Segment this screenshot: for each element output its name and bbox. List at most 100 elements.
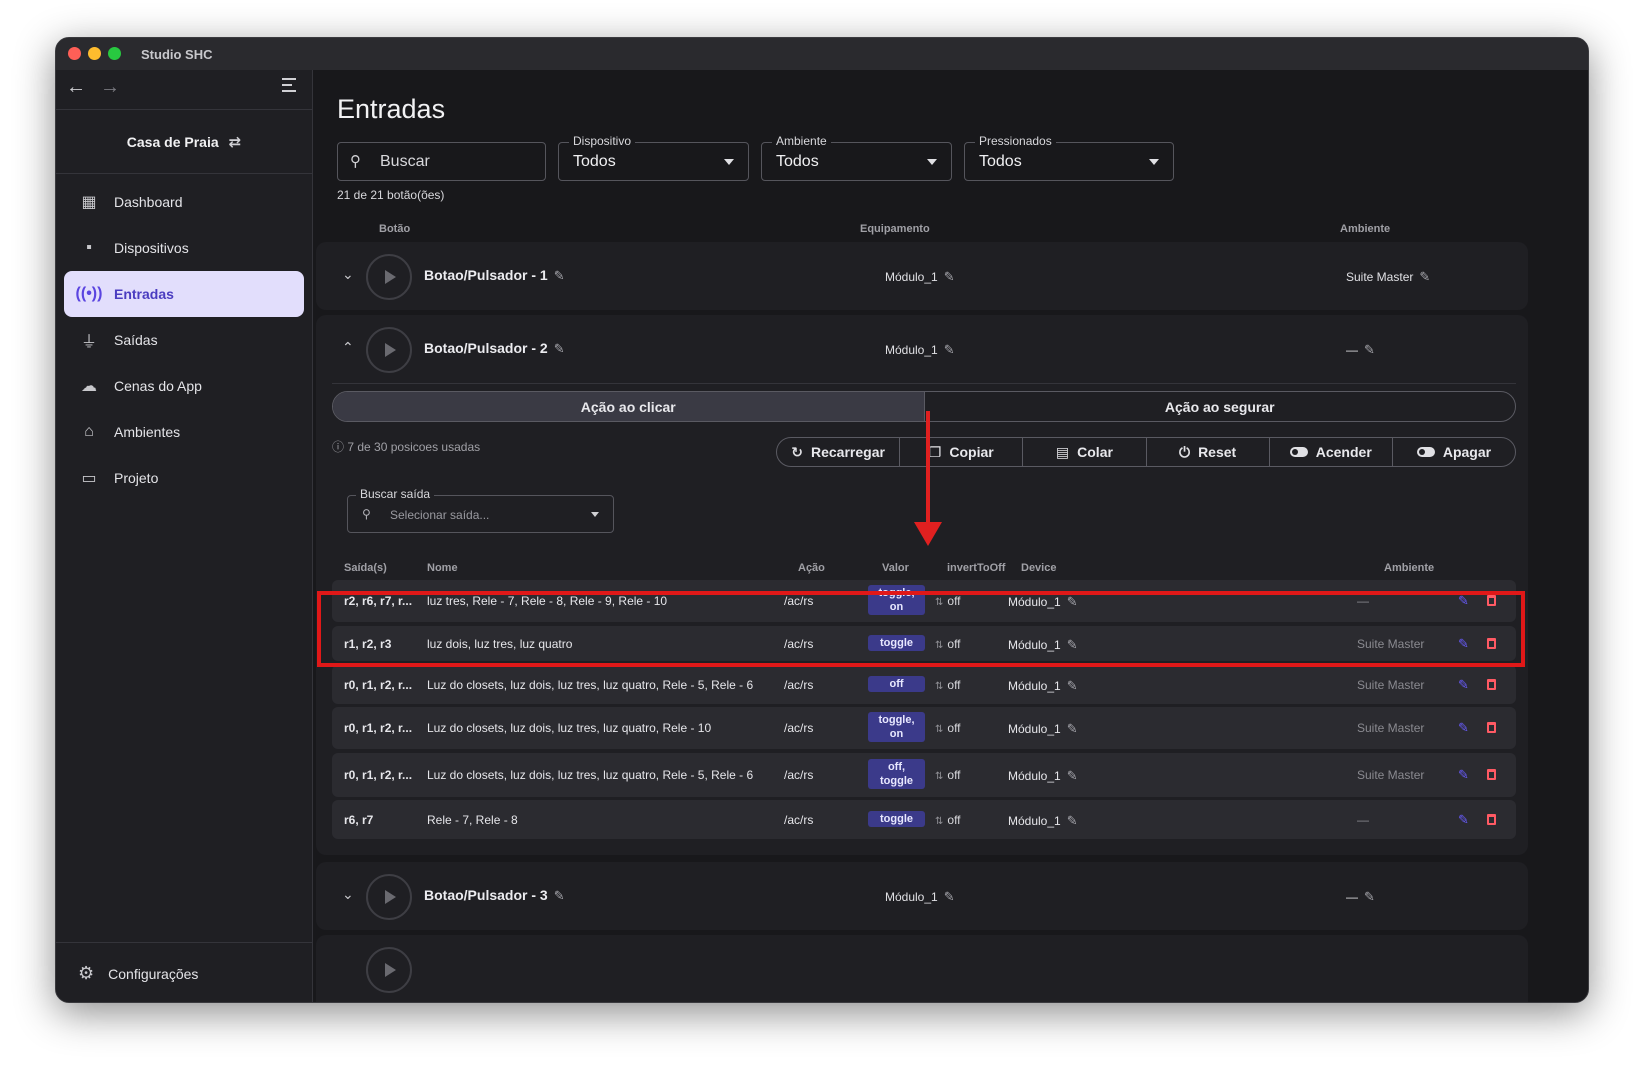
environment-filter-select[interactable]: Ambiente Todos: [761, 134, 952, 181]
turn-off-button[interactable]: Apagar: [1393, 438, 1515, 466]
search-input[interactable]: ⚲ Buscar: [337, 142, 546, 181]
button-environment: — ✎: [1346, 889, 1375, 904]
chevron-down-icon[interactable]: ⌄: [342, 886, 354, 903]
chevron-down-icon[interactable]: ⌄: [342, 266, 354, 283]
delete-icon[interactable]: [1487, 814, 1496, 825]
button-row[interactable]: ⌃ Botao/Pulsador - 2 ✎ Módulo_1 ✎ — ✎: [316, 315, 1528, 383]
close-window-button[interactable]: [68, 47, 81, 60]
copy-button[interactable]: ❐ Copiar: [900, 438, 1024, 466]
invert-value[interactable]: ⇅ off: [935, 678, 961, 692]
dashboard-icon: ▦: [81, 194, 97, 211]
play-icon: [385, 890, 396, 904]
sidebar-item-ambientes[interactable]: ⌂ Ambientes: [64, 409, 304, 455]
sidebar-item-cenas[interactable]: ☁ Cenas do App: [64, 363, 304, 409]
pencil-icon[interactable]: ✎: [944, 342, 955, 357]
pencil-icon[interactable]: ✎: [1419, 269, 1430, 284]
output-row[interactable]: r6, r7 Rele - 7, Rele - 8 /ac/rs toggle …: [332, 800, 1516, 839]
value-badge: toggle: [868, 811, 925, 827]
pencil-icon[interactable]: ✎: [1364, 342, 1375, 357]
plug-icon: ⏚: [80, 334, 97, 351]
sidebar-item-dashboard[interactable]: ▦ Dashboard: [64, 179, 304, 225]
pencil-icon[interactable]: ✎: [554, 341, 565, 356]
maximize-window-button[interactable]: [108, 47, 121, 60]
value-badge: off: [868, 676, 925, 692]
edit-icon[interactable]: ✎: [1458, 720, 1469, 736]
pencil-icon[interactable]: ✎: [1067, 768, 1078, 783]
sidebar-item-saidas[interactable]: ⏚ Saídas: [64, 317, 304, 363]
pencil-icon[interactable]: ✎: [1067, 678, 1078, 693]
column-header-device: Device: [1021, 562, 1057, 574]
play-button[interactable]: [366, 327, 412, 373]
swap-vertical-icon: ⇅: [935, 681, 944, 692]
pencil-icon[interactable]: ✎: [1067, 813, 1078, 828]
output-device: Módulo_1 ✎: [1008, 768, 1078, 783]
output-search-select[interactable]: Buscar saída ⚲ Selecionar saída...: [347, 487, 614, 533]
output-device: Módulo_1 ✎: [1008, 721, 1078, 736]
caret-down-icon: [724, 159, 734, 165]
annotation-arrow: [926, 411, 930, 526]
sidebar-item-dispositivos[interactable]: ▪ Dispositivos: [64, 225, 304, 271]
minimize-window-button[interactable]: [88, 47, 101, 60]
play-button[interactable]: [366, 947, 412, 993]
reload-icon: ↻: [791, 443, 803, 460]
output-ids: r6, r7: [344, 813, 374, 827]
sidebar-item-projeto[interactable]: ▭ Projeto: [64, 455, 304, 501]
pencil-icon[interactable]: ✎: [944, 269, 955, 284]
pencil-icon[interactable]: ✎: [554, 268, 565, 283]
tab-click-action[interactable]: Ação ao clicar: [333, 392, 925, 421]
column-header-invert: invertToOff: [947, 562, 1006, 574]
app-window: Studio SHC ← → Casa de Praia ⇄ ▦ Dashboa…: [55, 37, 1589, 1003]
pressed-filter-select[interactable]: Pressionados Todos: [964, 134, 1174, 181]
titlebar: Studio SHC: [56, 38, 1588, 70]
edit-icon[interactable]: ✎: [1458, 767, 1469, 783]
chevron-up-icon[interactable]: ⌃: [342, 339, 354, 356]
button-row[interactable]: ⌄ Botao/Pulsador - 3 ✎ Módulo_1 ✎ — ✎: [316, 862, 1528, 930]
turn-on-button[interactable]: Acender: [1270, 438, 1393, 466]
output-row[interactable]: r0, r1, r2, r... Luz do closets, luz doi…: [332, 707, 1516, 749]
pencil-icon[interactable]: ✎: [1067, 721, 1078, 736]
output-row[interactable]: r0, r1, r2, r... Luz do closets, luz doi…: [332, 665, 1516, 704]
button-row[interactable]: ⌄ Botao/Pulsador - 1 ✎ Módulo_1 ✎ Suite Ma…: [316, 242, 1528, 310]
power-icon: ⏻: [1178, 443, 1191, 460]
play-button[interactable]: [366, 254, 412, 300]
output-row[interactable]: r0, r1, r2, r... Luz do closets, luz doi…: [332, 753, 1516, 797]
toggle-off-icon: [1416, 447, 1435, 457]
reload-button[interactable]: ↻ Recarregar: [777, 438, 901, 466]
column-header-equipment: Equipamento: [860, 223, 930, 235]
door-icon: ⌂: [84, 423, 94, 440]
paste-button[interactable]: ▤ Colar: [1023, 438, 1147, 466]
window-title: Studio SHC: [141, 47, 213, 62]
output-environment: Suite Master: [1357, 721, 1425, 735]
delete-icon[interactable]: [1487, 722, 1496, 733]
play-button[interactable]: [366, 874, 412, 920]
gear-icon: ⚙: [78, 963, 95, 983]
pencil-icon[interactable]: ✎: [944, 889, 955, 904]
delete-icon[interactable]: [1487, 679, 1496, 690]
delete-icon[interactable]: [1487, 769, 1496, 780]
pencil-icon[interactable]: ✎: [554, 888, 565, 903]
invert-value[interactable]: ⇅ off: [935, 813, 961, 827]
main-content: Entradas ⚲ Buscar Dispositivo Todos Ambi…: [313, 70, 1588, 1002]
column-header-output-environment: Ambiente: [1384, 562, 1435, 574]
edit-icon[interactable]: ✎: [1458, 812, 1469, 828]
sidebar-item-configuracoes[interactable]: ⚙ Configurações: [56, 942, 312, 1002]
reset-button[interactable]: ⏻ Reset: [1147, 438, 1270, 466]
divider: [332, 383, 1516, 384]
invert-value[interactable]: ⇅ off: [935, 721, 961, 735]
back-arrow-icon[interactable]: ←: [66, 76, 86, 99]
caret-down-icon: [591, 512, 599, 517]
sidebar-item-label: Dashboard: [114, 194, 183, 210]
cloud-icon: ☁: [81, 378, 97, 395]
pencil-icon[interactable]: ✎: [1364, 889, 1375, 904]
sidebar-item-entradas[interactable]: ((•)) Entradas: [64, 271, 304, 317]
collapse-sidebar-icon[interactable]: [282, 78, 304, 96]
project-switcher[interactable]: Casa de Praia ⇄: [56, 110, 312, 174]
edit-icon[interactable]: ✎: [1458, 677, 1469, 693]
device-filter-label: Dispositivo: [569, 134, 636, 148]
pressed-filter-value: Todos: [979, 153, 1022, 170]
device-filter-select[interactable]: Dispositivo Todos: [558, 134, 749, 181]
invert-value[interactable]: ⇅ off: [935, 768, 961, 782]
tab-hold-action[interactable]: Ação ao segurar: [925, 392, 1516, 421]
forward-arrow-icon[interactable]: →: [100, 76, 120, 99]
caret-down-icon: [1149, 159, 1159, 165]
